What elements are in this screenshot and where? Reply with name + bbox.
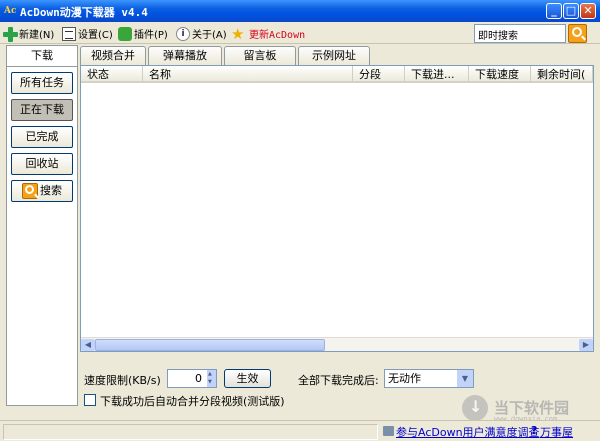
maximize-button[interactable]: □ [563, 3, 579, 19]
task-list[interactable]: 状态 名称 分段 下载进... 下载速度 剩余时间( ◀ ▶ [80, 65, 594, 352]
status-panel [3, 424, 378, 440]
plugins-label: 插件(P) [134, 30, 168, 41]
speed-limit-label: 速度限制(KB/s) [84, 374, 161, 387]
update-button[interactable]: ★ 更新AcDown [231, 25, 305, 42]
settings-icon [62, 26, 76, 41]
sidebar-item-search[interactable]: 搜索 [11, 180, 73, 202]
sidebar-item-recycle-bin[interactable]: 回收站 [11, 153, 73, 175]
settings-label: 设置(C) [78, 30, 113, 41]
tab-message-board[interactable]: 留言板 [224, 46, 296, 65]
status-bar: 参与AcDown用户满意度调查 ? 万事屋 [0, 420, 600, 441]
info-icon: i [176, 26, 190, 41]
window-title: AcDown动漫下载器 v4.4 [20, 6, 148, 19]
help-link[interactable]: 万事屋 [540, 424, 573, 440]
plugins-button[interactable]: 插件(P) [118, 25, 168, 42]
scroll-thumb[interactable] [95, 339, 325, 351]
tab-download[interactable]: 下载 [6, 45, 78, 67]
tab-example-urls[interactable]: 示例网址 [298, 46, 370, 65]
sidebar-item-downloading[interactable]: 正在下载 [11, 99, 73, 121]
sidebar-item-all-tasks[interactable]: 所有任务 [11, 72, 73, 94]
column-speed[interactable]: 下载速度 [469, 66, 531, 83]
left-panel: 所有任务 正在下载 已完成 回收站 搜索 [6, 66, 78, 406]
settings-button[interactable]: 设置(C) [62, 25, 113, 42]
sidebar-item-completed[interactable]: 已完成 [11, 126, 73, 148]
update-label: 更新AcDown [249, 30, 306, 41]
chevron-down-icon[interactable]: ▼ [457, 370, 473, 387]
about-label: 关于(A) [192, 30, 227, 41]
instant-search-button[interactable] [568, 24, 587, 43]
scroll-right-icon[interactable]: ▶ [579, 339, 593, 351]
column-remaining[interactable]: 剩余时间( [531, 66, 593, 83]
after-all-label: 全部下载完成后: [298, 374, 379, 387]
column-progress[interactable]: 下载进... [405, 66, 469, 83]
download-arrow-icon [462, 395, 488, 421]
column-segment[interactable]: 分段 [353, 66, 405, 83]
after-all-value: 无动作 [388, 372, 421, 385]
new-label: 新建(N) [19, 30, 55, 41]
column-name[interactable]: 名称 [143, 66, 353, 83]
puzzle-icon [118, 26, 132, 41]
title-bar: Ac AcDown动漫下载器 v4.4 _ □ ✕ [0, 0, 600, 22]
help-icon: ? [531, 424, 538, 437]
app-logo-icon: Ac [4, 6, 17, 16]
scroll-left-icon[interactable]: ◀ [81, 339, 95, 351]
minimize-button[interactable]: _ [546, 3, 562, 19]
tab-danmaku-play[interactable]: 弹幕播放 [148, 46, 222, 65]
auto-merge-label: 下载成功后自动合并分段视频(测试版) [100, 395, 285, 408]
close-button[interactable]: ✕ [580, 3, 596, 19]
column-status[interactable]: 状态 [81, 66, 143, 83]
plus-icon [3, 26, 18, 42]
about-button[interactable]: i 关于(A) [176, 25, 227, 42]
tab-video-merge[interactable]: 视频合并 [80, 46, 146, 65]
apply-button[interactable]: 生效 [224, 369, 271, 388]
instant-search-input[interactable]: 即时搜索 [474, 24, 566, 43]
after-all-select[interactable]: 无动作 ▼ [384, 369, 474, 388]
survey-icon [383, 426, 394, 436]
search-icon [22, 183, 38, 199]
toolbar: 新建(N) 设置(C) 插件(P) i 关于(A) ★ 更新AcDown 即时搜… [0, 22, 600, 44]
auto-merge-checkbox[interactable] [84, 394, 96, 406]
search-icon [572, 27, 582, 37]
star-icon: ★ [231, 24, 245, 43]
sidebar-search-label: 搜索 [40, 184, 62, 197]
survey-link[interactable]: 参与AcDown用户满意度调查 [396, 424, 540, 440]
horizontal-scrollbar[interactable]: ◀ ▶ [81, 337, 593, 351]
speed-stepper[interactable] [207, 370, 216, 387]
new-task-button[interactable]: 新建(N) [3, 25, 54, 42]
